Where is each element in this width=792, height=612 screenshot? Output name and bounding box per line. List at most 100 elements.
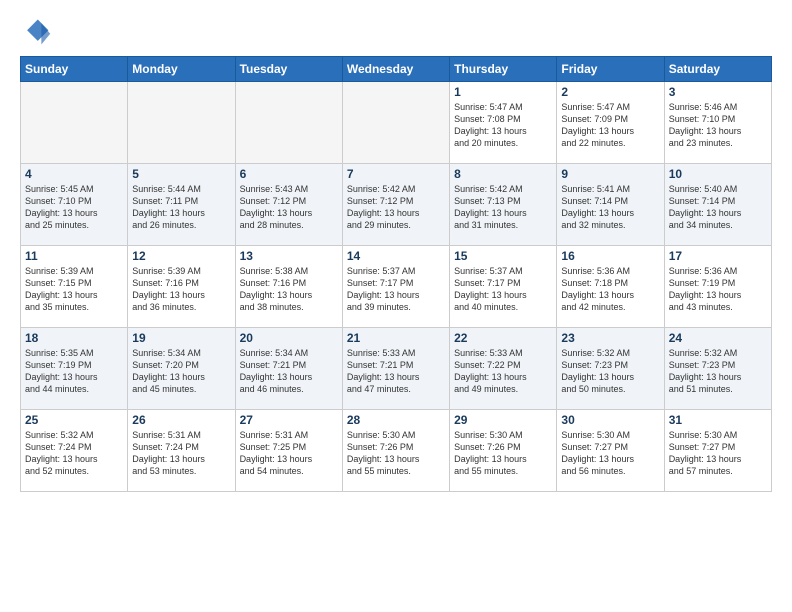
calendar-cell: 19 Sunrise: 5:34 AM Sunset: 7:20 PM Dayli… bbox=[128, 328, 235, 410]
day-content: Sunrise: 5:30 AM Sunset: 7:27 PM Dayligh… bbox=[669, 429, 767, 478]
calendar-cell: 28 Sunrise: 5:30 AM Sunset: 7:26 PM Dayli… bbox=[342, 410, 449, 492]
day-number: 21 bbox=[347, 331, 445, 345]
day-number: 2 bbox=[561, 85, 659, 99]
day-content: Sunrise: 5:36 AM Sunset: 7:18 PM Dayligh… bbox=[561, 265, 659, 314]
calendar-cell: 16 Sunrise: 5:36 AM Sunset: 7:18 PM Dayli… bbox=[557, 246, 664, 328]
day-number: 31 bbox=[669, 413, 767, 427]
calendar-header-friday: Friday bbox=[557, 57, 664, 82]
day-content: Sunrise: 5:45 AM Sunset: 7:10 PM Dayligh… bbox=[25, 183, 123, 232]
day-number: 6 bbox=[240, 167, 338, 181]
day-number: 14 bbox=[347, 249, 445, 263]
day-number: 7 bbox=[347, 167, 445, 181]
calendar-cell: 29 Sunrise: 5:30 AM Sunset: 7:26 PM Dayli… bbox=[450, 410, 557, 492]
calendar-week-3: 11 Sunrise: 5:39 AM Sunset: 7:15 PM Dayli… bbox=[21, 246, 772, 328]
day-number: 12 bbox=[132, 249, 230, 263]
day-content: Sunrise: 5:40 AM Sunset: 7:14 PM Dayligh… bbox=[669, 183, 767, 232]
day-number: 24 bbox=[669, 331, 767, 345]
day-number: 4 bbox=[25, 167, 123, 181]
day-number: 23 bbox=[561, 331, 659, 345]
day-content: Sunrise: 5:32 AM Sunset: 7:23 PM Dayligh… bbox=[561, 347, 659, 396]
day-number: 1 bbox=[454, 85, 552, 99]
calendar-cell bbox=[235, 82, 342, 164]
calendar-cell: 8Sunrise: 5:42 AM Sunset: 7:13 PM Daylig… bbox=[450, 164, 557, 246]
calendar-header-tuesday: Tuesday bbox=[235, 57, 342, 82]
day-number: 20 bbox=[240, 331, 338, 345]
calendar-cell bbox=[21, 82, 128, 164]
calendar-week-1: 1 Sunrise: 5:47 AM Sunset: 7:08 PM Daylig… bbox=[21, 82, 772, 164]
day-number: 8 bbox=[454, 167, 552, 181]
calendar-cell: 17 Sunrise: 5:36 AM Sunset: 7:19 PM Dayli… bbox=[664, 246, 771, 328]
day-number: 19 bbox=[132, 331, 230, 345]
calendar-cell: 9 Sunrise: 5:41 AM Sunset: 7:14 PM Daylig… bbox=[557, 164, 664, 246]
day-content: Sunrise: 5:30 AM Sunset: 7:26 PM Dayligh… bbox=[347, 429, 445, 478]
day-content: Sunrise: 5:30 AM Sunset: 7:26 PM Dayligh… bbox=[454, 429, 552, 478]
header bbox=[20, 16, 772, 48]
calendar-table: SundayMondayTuesdayWednesdayThursdayFrid… bbox=[20, 56, 772, 492]
day-content: Sunrise: 5:44 AM Sunset: 7:11 PM Dayligh… bbox=[132, 183, 230, 232]
day-number: 3 bbox=[669, 85, 767, 99]
calendar-cell: 12 Sunrise: 5:39 AM Sunset: 7:16 PM Dayli… bbox=[128, 246, 235, 328]
calendar-header-wednesday: Wednesday bbox=[342, 57, 449, 82]
calendar-cell: 26 Sunrise: 5:31 AM Sunset: 7:24 PM Dayli… bbox=[128, 410, 235, 492]
day-number: 15 bbox=[454, 249, 552, 263]
day-number: 11 bbox=[25, 249, 123, 263]
day-number: 10 bbox=[669, 167, 767, 181]
day-number: 17 bbox=[669, 249, 767, 263]
day-content: Sunrise: 5:42 AM Sunset: 7:12 PM Dayligh… bbox=[347, 183, 445, 232]
day-number: 13 bbox=[240, 249, 338, 263]
day-content: Sunrise: 5:34 AM Sunset: 7:20 PM Dayligh… bbox=[132, 347, 230, 396]
day-content: Sunrise: 5:36 AM Sunset: 7:19 PM Dayligh… bbox=[669, 265, 767, 314]
day-number: 5 bbox=[132, 167, 230, 181]
calendar-week-2: 4 Sunrise: 5:45 AM Sunset: 7:10 PM Daylig… bbox=[21, 164, 772, 246]
calendar-cell bbox=[128, 82, 235, 164]
calendar-cell: 7 Sunrise: 5:42 AM Sunset: 7:12 PM Daylig… bbox=[342, 164, 449, 246]
calendar-week-4: 18 Sunrise: 5:35 AM Sunset: 7:19 PM Dayli… bbox=[21, 328, 772, 410]
day-content: Sunrise: 5:33 AM Sunset: 7:22 PM Dayligh… bbox=[454, 347, 552, 396]
day-content: Sunrise: 5:37 AM Sunset: 7:17 PM Dayligh… bbox=[454, 265, 552, 314]
day-content: Sunrise: 5:33 AM Sunset: 7:21 PM Dayligh… bbox=[347, 347, 445, 396]
day-content: Sunrise: 5:41 AM Sunset: 7:14 PM Dayligh… bbox=[561, 183, 659, 232]
day-content: Sunrise: 5:31 AM Sunset: 7:24 PM Dayligh… bbox=[132, 429, 230, 478]
day-content: Sunrise: 5:39 AM Sunset: 7:15 PM Dayligh… bbox=[25, 265, 123, 314]
day-content: Sunrise: 5:35 AM Sunset: 7:19 PM Dayligh… bbox=[25, 347, 123, 396]
calendar-cell: 11 Sunrise: 5:39 AM Sunset: 7:15 PM Dayli… bbox=[21, 246, 128, 328]
day-number: 29 bbox=[454, 413, 552, 427]
calendar-cell: 20Sunrise: 5:34 AM Sunset: 7:21 PM Dayli… bbox=[235, 328, 342, 410]
calendar-cell bbox=[342, 82, 449, 164]
day-number: 25 bbox=[25, 413, 123, 427]
calendar-cell: 2 Sunrise: 5:47 AM Sunset: 7:09 PM Daylig… bbox=[557, 82, 664, 164]
calendar-cell: 25 Sunrise: 5:32 AM Sunset: 7:24 PM Dayli… bbox=[21, 410, 128, 492]
day-content: Sunrise: 5:47 AM Sunset: 7:08 PM Dayligh… bbox=[454, 101, 552, 150]
calendar-header-saturday: Saturday bbox=[664, 57, 771, 82]
calendar-cell: 10 Sunrise: 5:40 AM Sunset: 7:14 PM Dayli… bbox=[664, 164, 771, 246]
day-content: Sunrise: 5:32 AM Sunset: 7:24 PM Dayligh… bbox=[25, 429, 123, 478]
day-content: Sunrise: 5:39 AM Sunset: 7:16 PM Dayligh… bbox=[132, 265, 230, 314]
calendar-cell: 13 Sunrise: 5:38 AM Sunset: 7:16 PM Dayli… bbox=[235, 246, 342, 328]
day-number: 27 bbox=[240, 413, 338, 427]
day-content: Sunrise: 5:31 AM Sunset: 7:25 PM Dayligh… bbox=[240, 429, 338, 478]
calendar-header-thursday: Thursday bbox=[450, 57, 557, 82]
day-content: Sunrise: 5:46 AM Sunset: 7:10 PM Dayligh… bbox=[669, 101, 767, 150]
calendar-cell: 15 Sunrise: 5:37 AM Sunset: 7:17 PM Dayli… bbox=[450, 246, 557, 328]
day-number: 16 bbox=[561, 249, 659, 263]
calendar-cell: 31 Sunrise: 5:30 AM Sunset: 7:27 PM Dayli… bbox=[664, 410, 771, 492]
day-content: Sunrise: 5:38 AM Sunset: 7:16 PM Dayligh… bbox=[240, 265, 338, 314]
calendar-cell: 30Sunrise: 5:30 AM Sunset: 7:27 PM Dayli… bbox=[557, 410, 664, 492]
day-number: 9 bbox=[561, 167, 659, 181]
day-number: 18 bbox=[25, 331, 123, 345]
calendar-week-5: 25 Sunrise: 5:32 AM Sunset: 7:24 PM Dayli… bbox=[21, 410, 772, 492]
day-number: 26 bbox=[132, 413, 230, 427]
day-number: 22 bbox=[454, 331, 552, 345]
calendar-header-sunday: Sunday bbox=[21, 57, 128, 82]
calendar-cell: 27 Sunrise: 5:31 AM Sunset: 7:25 PM Dayli… bbox=[235, 410, 342, 492]
calendar-cell: 22 Sunrise: 5:33 AM Sunset: 7:22 PM Dayli… bbox=[450, 328, 557, 410]
day-content: Sunrise: 5:47 AM Sunset: 7:09 PM Dayligh… bbox=[561, 101, 659, 150]
logo bbox=[20, 16, 56, 48]
day-number: 28 bbox=[347, 413, 445, 427]
calendar-cell: 6Sunrise: 5:43 AM Sunset: 7:12 PM Daylig… bbox=[235, 164, 342, 246]
calendar-header-row: SundayMondayTuesdayWednesdayThursdayFrid… bbox=[21, 57, 772, 82]
calendar-cell: 23 Sunrise: 5:32 AM Sunset: 7:23 PM Dayli… bbox=[557, 328, 664, 410]
calendar-cell: 3 Sunrise: 5:46 AM Sunset: 7:10 PM Daylig… bbox=[664, 82, 771, 164]
calendar-cell: 5 Sunrise: 5:44 AM Sunset: 7:11 PM Daylig… bbox=[128, 164, 235, 246]
logo-icon bbox=[20, 16, 52, 48]
